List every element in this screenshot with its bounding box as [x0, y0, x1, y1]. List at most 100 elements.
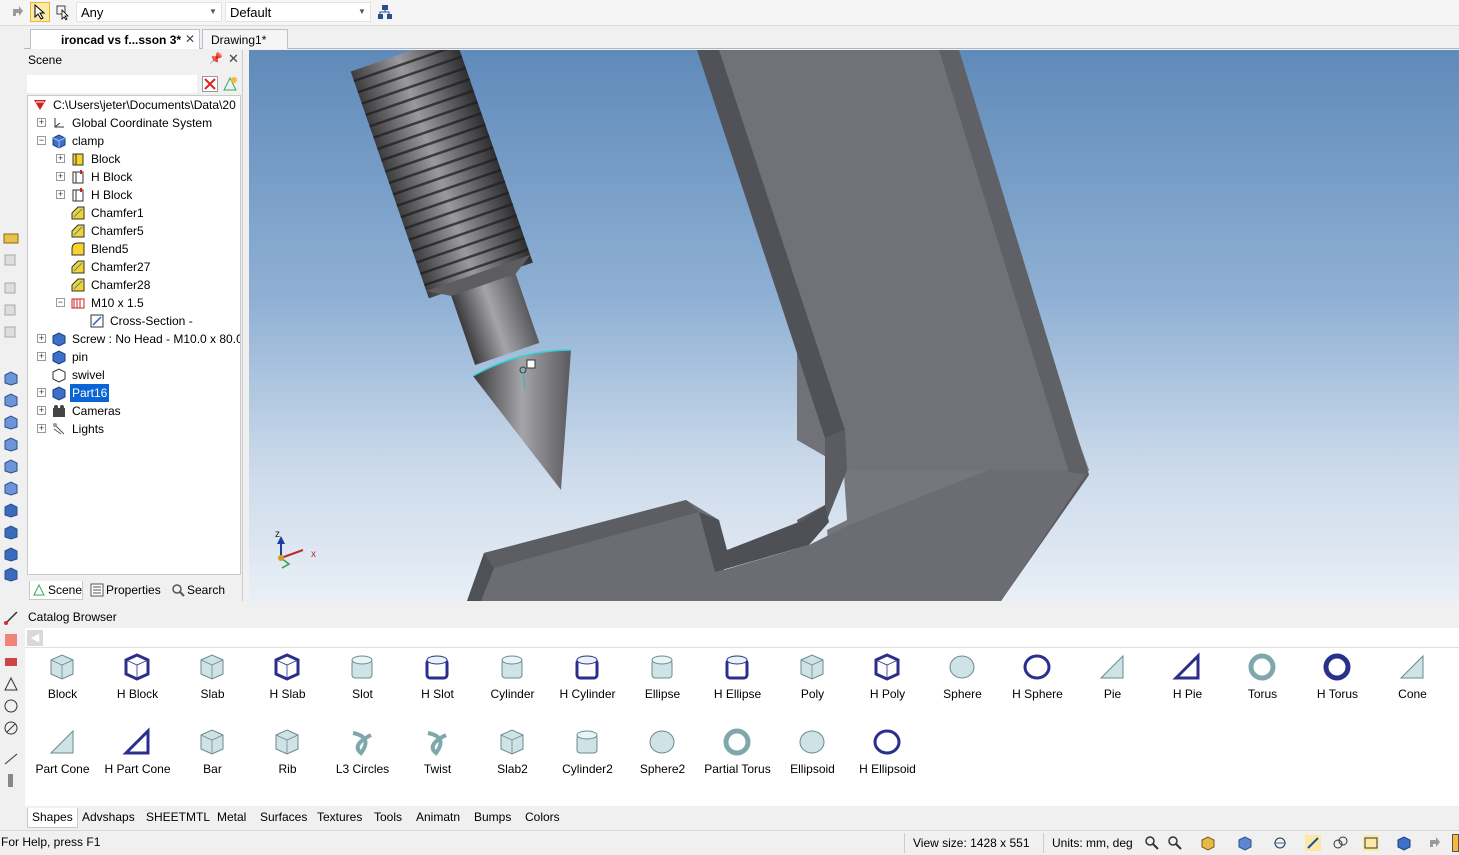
catalog-tab-surfaces[interactable]: Surfaces	[256, 808, 311, 828]
catalog-shape-sphere[interactable]: Sphere	[925, 652, 1000, 722]
tree-row-swivel[interactable]: swivel	[28, 366, 240, 384]
catalog-shape-h-part-cone[interactable]: H Part Cone	[100, 727, 175, 797]
clamp-body[interactable]	[467, 50, 1089, 601]
catalog-shape-rib[interactable]: Rib	[250, 727, 325, 797]
stack-icon[interactable]	[3, 280, 19, 296]
undo-select-icon[interactable]	[8, 2, 28, 22]
view-custom-icon[interactable]	[3, 546, 19, 562]
tree-row-thread[interactable]: − M10 x 1.5	[28, 294, 240, 312]
catalog-shape-h-torus[interactable]: H Torus	[1300, 652, 1375, 722]
catalog-shape-slab[interactable]: Slab	[175, 652, 250, 722]
tab-ironcad-doc[interactable]: ironcad vs f...sson 3* ✕	[30, 29, 200, 49]
tab-properties[interactable]: Properties	[88, 581, 164, 600]
expand-icon[interactable]: +	[37, 424, 46, 433]
tab-search[interactable]: Search	[169, 581, 229, 600]
tree-row-pin[interactable]: + pin	[28, 348, 240, 366]
tree-row-block[interactable]: + Block	[28, 150, 240, 168]
catalog-tab-bumps[interactable]: Bumps	[470, 808, 515, 828]
view-front-icon[interactable]	[3, 370, 19, 386]
assembly-tree-icon[interactable]	[375, 2, 395, 22]
back-arrow-icon[interactable]: ◀	[27, 630, 43, 646]
selection-filter-select[interactable]: Any ▼	[76, 2, 222, 22]
shading-icon[interactable]	[1332, 835, 1348, 851]
tree-row-lights[interactable]: + Lights	[28, 420, 240, 438]
tree-row-cameras[interactable]: + Cameras	[28, 402, 240, 420]
resize-grip-icon[interactable]	[1452, 834, 1459, 852]
chevron-down-icon[interactable]: ▼	[356, 5, 368, 19]
catalog-shape-h-poly[interactable]: H Poly	[850, 652, 925, 722]
catalog-shape-cone[interactable]: Cone	[1375, 652, 1450, 722]
view-back-icon[interactable]	[3, 458, 19, 474]
copy-icon[interactable]	[3, 252, 19, 268]
part-display-icon[interactable]	[1396, 835, 1412, 851]
catalog-tab-sheetmtl[interactable]: SHEETMTL	[142, 808, 214, 828]
tribal-icon[interactable]	[3, 632, 19, 648]
tab-drawing1[interactable]: Drawing1*	[202, 29, 288, 49]
3d-viewport[interactable]: z x	[249, 50, 1459, 601]
catalog-shape-h-pie[interactable]: H Pie	[1150, 652, 1225, 722]
catalog-shape-slab2[interactable]: Slab2	[475, 727, 550, 797]
tree-row-chamfer27[interactable]: Chamfer27	[28, 258, 240, 276]
model-render[interactable]: z x	[249, 50, 1459, 601]
catalog-shape-sphere2[interactable]: Sphere2	[625, 727, 700, 797]
pan-icon[interactable]	[1200, 835, 1216, 851]
catalog-shape-cylinder2[interactable]: Cylinder2	[550, 727, 625, 797]
scene-search-input[interactable]	[27, 75, 197, 93]
catalog-tab-advshaps[interactable]: Advshaps	[78, 808, 139, 828]
expand-icon[interactable]: +	[56, 190, 65, 199]
catalog-tab-metal[interactable]: Metal	[213, 808, 250, 828]
view-side-icon[interactable]	[3, 414, 19, 430]
catalog-shape-partial-torus[interactable]: Partial Torus	[700, 727, 775, 797]
tab-scene[interactable]: Scene	[29, 581, 83, 600]
catalog-tab-tools[interactable]: Tools	[370, 808, 406, 828]
tree-row-screw[interactable]: + Screw : No Head - M10.0 x 80.0	[28, 330, 240, 348]
tree-row-cross-section[interactable]: Cross-Section -	[28, 312, 240, 330]
tree-row-chamfer28[interactable]: Chamfer28	[28, 276, 240, 294]
stack-icon[interactable]	[3, 302, 19, 318]
orbit-icon[interactable]	[1272, 835, 1288, 851]
screw-tip[interactable]	[472, 349, 572, 490]
view-cube-icon[interactable]	[1237, 835, 1253, 851]
catalog-tab-colors[interactable]: Colors	[521, 808, 564, 828]
catalog-shape-h-slot[interactable]: H Slot	[400, 652, 475, 722]
filter-options-icon[interactable]	[222, 76, 238, 92]
catalog-shape-part-cone[interactable]: Part Cone	[25, 727, 100, 797]
catalog-shape-pie[interactable]: Pie	[1075, 652, 1150, 722]
view-normal-icon[interactable]	[3, 566, 19, 582]
undo-icon[interactable]	[1427, 835, 1443, 851]
tree-row-blend5[interactable]: Blend5	[28, 240, 240, 258]
tree-row-h-block[interactable]: + H Block	[28, 186, 240, 204]
expand-icon[interactable]: +	[56, 154, 65, 163]
chevron-down-icon[interactable]: ▼	[207, 5, 219, 19]
zoom-icon[interactable]	[1144, 835, 1160, 851]
no-entry-icon[interactable]	[3, 720, 19, 736]
move-handle-icon[interactable]	[3, 230, 19, 246]
tree-row-part16[interactable]: + Part16	[28, 384, 240, 402]
expand-icon[interactable]: +	[56, 172, 65, 181]
close-icon[interactable]: ✕	[228, 51, 239, 67]
catalog-shape-slot[interactable]: Slot	[325, 652, 400, 722]
screw-thread[interactable]	[350, 50, 559, 372]
tree-row-chamfer5[interactable]: Chamfer5	[28, 222, 240, 240]
view-left-icon[interactable]	[3, 502, 19, 518]
select-pointer-icon[interactable]	[30, 2, 50, 22]
catalog-shape-l3-circles[interactable]: L3 Circles	[325, 727, 400, 797]
view-right-icon[interactable]	[3, 524, 19, 540]
circle-icon[interactable]	[3, 698, 19, 714]
expand-icon[interactable]: +	[37, 406, 46, 415]
collapse-icon[interactable]: −	[37, 136, 46, 145]
tree-row-root[interactable]: C:\Users\jeter\Documents\Data\20	[28, 96, 240, 114]
expand-icon[interactable]: +	[37, 388, 46, 397]
ruler-icon[interactable]	[3, 772, 19, 788]
view-top-icon[interactable]	[3, 392, 19, 408]
camera-tool-icon[interactable]	[3, 654, 19, 670]
close-icon[interactable]: ✕	[185, 32, 195, 46]
render-mode-icon[interactable]	[1305, 835, 1321, 851]
catalog-shape-h-sphere[interactable]: H Sphere	[1000, 652, 1075, 722]
catalog-shape-block[interactable]: Block	[25, 652, 100, 722]
catalog-shape-h-block[interactable]: H Block	[100, 652, 175, 722]
catalog-shape-ellipse[interactable]: Ellipse	[625, 652, 700, 722]
catalog-shape-h-slab[interactable]: H Slab	[250, 652, 325, 722]
tree-row-gcs[interactable]: + Global Coordinate System	[28, 114, 240, 132]
catalog-shape-h-cylinder[interactable]: H Cylinder	[550, 652, 625, 722]
